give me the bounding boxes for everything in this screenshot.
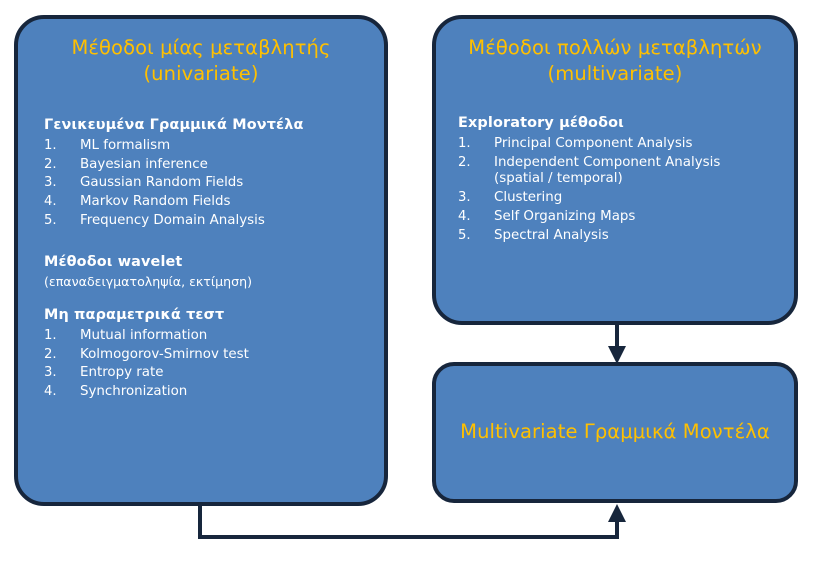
list-item: 4. Synchronization [44, 384, 384, 400]
list-item-number: 4. [458, 209, 471, 225]
list-item-label: Spectral Analysis [494, 228, 609, 244]
list-item-number: 4. [44, 194, 57, 210]
list-item-number: 1. [44, 137, 57, 153]
connector-multivariate-to-mlm [608, 325, 626, 364]
list-item-label: Bayesian inference [80, 156, 208, 172]
section-heading: Μη παραμετρικά τεστ [44, 307, 225, 324]
list-item: 4. Self Organizing Maps [458, 209, 794, 225]
list-item: 3. Clustering [458, 190, 794, 206]
list-item-number: 4. [44, 384, 57, 400]
box-univariate-title-line1: Μέθοδοι μίας μεταβλητής [71, 36, 331, 59]
list-item-number: 3. [44, 175, 57, 191]
list-item-label: Entropy rate [80, 365, 164, 381]
box-univariate-title: Μέθοδοι μίας μεταβλητής (univariate) [18, 19, 384, 87]
list-item-label: Clustering [494, 190, 563, 206]
list-item: 5. Spectral Analysis [458, 228, 794, 244]
list-item-number: 2. [458, 154, 471, 170]
list-item: 1. ML formalism [44, 137, 384, 153]
list-item: 3. Entropy rate [44, 365, 384, 381]
list-item-number: 2. [44, 346, 57, 362]
list-item-label: Independent Component Analysis [494, 154, 721, 170]
section-note: (επαναδειγματοληψία, εκτίμηση) [44, 273, 253, 289]
section-heading: Exploratory μέθοδοι [458, 115, 624, 132]
list-item-label: Synchronization [80, 384, 188, 400]
list-item: 2. Independent Component Analysis [458, 154, 794, 170]
list-item-label: ML formalism [80, 137, 171, 153]
list-item: 2. Kolmogorov-Smirnov test [44, 346, 384, 362]
list-exploratory-methods: 1. Principal Component Analysis 2. Indep… [458, 135, 794, 244]
list-item-number: 2. [44, 156, 57, 172]
section-heading: Γενικευμένα Γραμμικά Μοντέλα [44, 117, 304, 134]
box-univariate-body: Γενικευμένα Γραμμικά Μοντέλα 1. ML forma… [18, 87, 384, 399]
section-exploratory-methods: Exploratory μέθοδοι 1. Principal Compone… [458, 115, 794, 244]
list-item: 1. Principal Component Analysis [458, 135, 794, 151]
list-item-number: 1. [44, 327, 57, 343]
list-item-label: Principal Component Analysis [494, 135, 693, 151]
connector-univariate-to-mlm [198, 504, 626, 539]
list-item: 1. Mutual information [44, 327, 384, 343]
list-item-continuation: (spatial / temporal) [494, 171, 623, 187]
list-item-label: Kolmogorov-Smirnov test [80, 346, 249, 362]
box-multivariate-linear-models[interactable]: Multivariate Γραμμικά Μοντέλα [432, 362, 798, 503]
section-wavelet-methods: Μέθοδοι wavelet (επαναδειγματοληψία, εκτ… [44, 255, 384, 288]
list-item-number: 3. [458, 190, 471, 206]
list-item-label: Frequency Domain Analysis [80, 213, 265, 229]
list-item: 4. Markov Random Fields [44, 194, 384, 210]
diagram-canvas: Μέθοδοι μίας μεταβλητής (univariate) Γεν… [0, 0, 826, 566]
list-item-number: 5. [458, 228, 471, 244]
list-item: 2. Bayesian inference [44, 156, 384, 172]
list-generalized-linear-models: 1. ML formalism 2. Bayesian inference 3.… [44, 137, 384, 229]
section-heading: Μέθοδοι wavelet [44, 254, 183, 271]
box-univariate-methods[interactable]: Μέθοδοι μίας μεταβλητής (univariate) Γεν… [14, 15, 388, 506]
list-item-label: Mutual information [80, 327, 208, 343]
list-item-label: Self Organizing Maps [494, 209, 636, 225]
section-nonparametric-tests: Μη παραμετρικά τεστ 1. Mutual informatio… [44, 308, 384, 399]
box-univariate-title-line2: (univariate) [143, 62, 259, 86]
box-multivariate-linear-models-title: Multivariate Γραμμικά Μοντέλα [460, 420, 770, 444]
box-multivariate-title-line1: Μέθοδοι πολλών μεταβλητών [468, 36, 762, 59]
box-multivariate-title-line2: (multivariate) [547, 62, 683, 86]
list-item-number: 5. [44, 213, 57, 229]
box-multivariate-title: Μέθοδοι πολλών μεταβλητών (multivariate) [436, 19, 794, 87]
box-multivariate-body: Exploratory μέθοδοι 1. Principal Compone… [436, 87, 794, 244]
box-multivariate-methods[interactable]: Μέθοδοι πολλών μεταβλητών (multivariate)… [432, 15, 798, 325]
section-generalized-linear-models: Γενικευμένα Γραμμικά Μοντέλα 1. ML forma… [44, 117, 384, 229]
list-nonparametric-tests: 1. Mutual information 2. Kolmogorov-Smir… [44, 327, 384, 400]
list-item-number: 3. [44, 365, 57, 381]
list-item-label: Markov Random Fields [80, 194, 231, 210]
list-item: 5. Frequency Domain Analysis [44, 213, 384, 229]
list-item-label: Gaussian Random Fields [80, 175, 244, 191]
list-item: 3. Gaussian Random Fields [44, 175, 384, 191]
list-item-number: 1. [458, 135, 471, 151]
